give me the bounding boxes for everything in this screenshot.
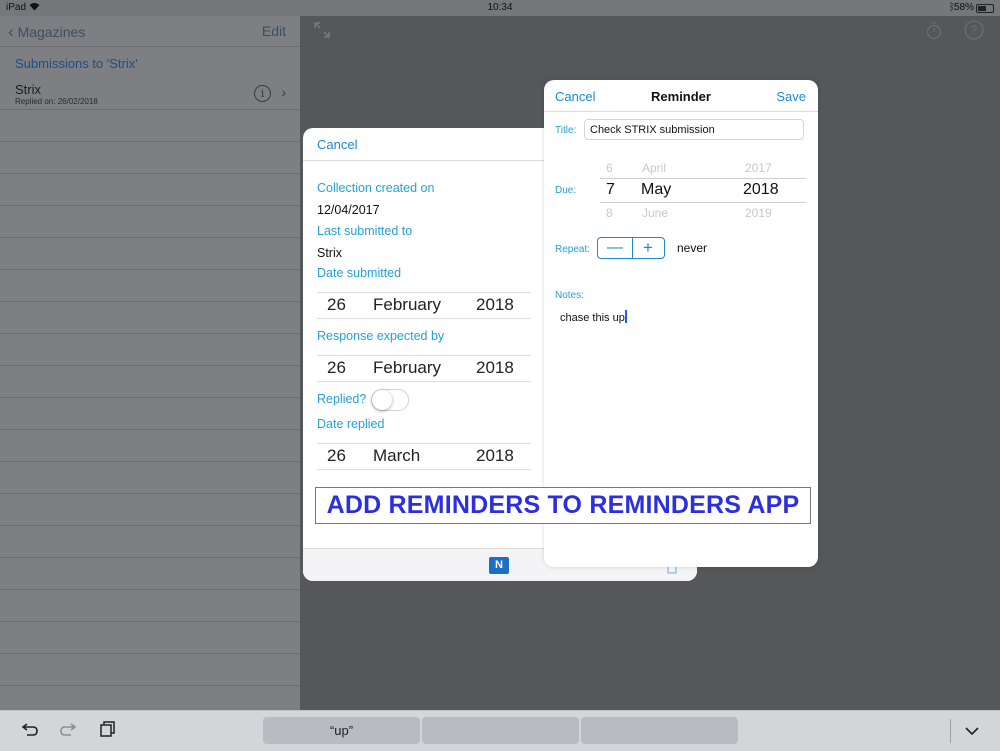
picker-day-prev: 6 — [606, 161, 613, 175]
table-row — [0, 110, 300, 142]
reminder-save-button[interactable]: Save — [776, 89, 806, 104]
picker-month-selected: May — [641, 181, 672, 198]
table-row — [0, 174, 300, 206]
redo-icon[interactable] — [59, 721, 77, 742]
chevron-right-icon: › — [281, 84, 286, 100]
paste-icon[interactable] — [100, 721, 116, 742]
list-item[interactable]: Strix Replied on: 26/02/2018 i › — [0, 78, 300, 110]
reminder-nav-bar: Cancel Reminder Save — [544, 80, 818, 112]
picker-line-top — [600, 178, 806, 179]
date-replied-picker[interactable]: 26 March 2018 — [317, 443, 531, 470]
battery-percent: 58% — [953, 2, 974, 13]
last-submitted-value: Strix — [317, 246, 342, 260]
date-year: 2018 — [476, 358, 514, 377]
table-row — [0, 558, 300, 590]
date-day: 26 — [327, 295, 346, 314]
section-title: Submissions to 'Strix' — [15, 56, 138, 71]
date-day: 26 — [327, 446, 346, 465]
date-submitted-label: Date submitted — [317, 266, 402, 280]
date-replied-label: Date replied — [317, 417, 385, 431]
toggle-knob — [372, 390, 392, 410]
suggestion-1[interactable]: “up” — [263, 717, 420, 744]
date-month: March — [373, 446, 421, 465]
picker-year-selected: 2018 — [743, 181, 779, 198]
timer-icon[interactable] — [926, 22, 942, 45]
list-item-subtitle: Replied on: 26/02/2018 — [15, 97, 98, 106]
replied-label: Replied? — [317, 392, 367, 406]
table-row — [0, 238, 300, 270]
picker-month-next: June — [642, 206, 669, 220]
date-year: 2018 — [476, 446, 514, 465]
picker-year-prev: 2017 — [745, 161, 772, 175]
title-label: Title: — [555, 125, 577, 136]
edit-button[interactable]: Edit — [262, 23, 286, 39]
picker-day-selected: 7 — [606, 181, 615, 198]
picker-day-next: 8 — [606, 206, 613, 220]
svg-text:?: ? — [971, 23, 978, 37]
info-icon[interactable]: i — [254, 85, 271, 102]
clock: 10:34 — [487, 2, 513, 13]
picker-year-next: 2019 — [745, 206, 772, 220]
repeat-label: Repeat: — [555, 244, 591, 255]
table-row — [0, 590, 300, 622]
table-row — [0, 654, 300, 686]
picker-line-bottom — [600, 202, 806, 203]
table-row — [0, 334, 300, 366]
dismiss-keyboard-icon[interactable] — [964, 721, 980, 741]
reminder-title-field[interactable]: Check STRIX submission — [584, 119, 804, 140]
table-row — [0, 622, 300, 654]
repeat-increment-button[interactable]: + — [632, 238, 664, 258]
notes-label: Notes: — [555, 290, 584, 301]
date-month: February — [373, 295, 442, 314]
expand-icon[interactable] — [314, 22, 330, 43]
notes-text: chase this up — [560, 312, 625, 324]
repeat-stepper: — + — [597, 237, 665, 259]
collection-created-label: Collection created on — [317, 181, 435, 195]
table-row — [0, 526, 300, 558]
date-year: 2018 — [476, 295, 514, 314]
table-row — [0, 270, 300, 302]
table-row — [0, 430, 300, 462]
back-button[interactable]: ‹ Magazines — [8, 22, 85, 42]
help-icon[interactable]: ? — [964, 20, 984, 45]
chevron-left-icon: ‹ — [8, 22, 14, 41]
suggestion-3[interactable] — [581, 717, 738, 744]
repeat-value: never — [677, 241, 708, 255]
response-expected-picker[interactable]: 26 February 2018 — [317, 355, 531, 382]
table-row — [0, 398, 300, 430]
repeat-decrement-button[interactable]: — — [598, 238, 633, 258]
collection-created-value: 12/04/2017 — [317, 203, 380, 217]
status-bar: iPad 10:34 ᛒ 58% — [0, 0, 1000, 16]
table-row — [0, 494, 300, 526]
picker-month-prev: April — [642, 161, 667, 175]
master-column: ‹ Magazines Edit Submissions to 'Strix' … — [0, 16, 300, 710]
master-nav-bar: ‹ Magazines Edit — [0, 16, 300, 47]
due-label: Due: — [555, 185, 577, 196]
date-submitted-picker[interactable]: 26 February 2018 — [317, 292, 531, 319]
divider — [950, 719, 951, 743]
date-day: 26 — [327, 358, 346, 377]
table-row — [0, 142, 300, 174]
battery-icon — [976, 4, 994, 13]
annotation-banner: ADD REMINDERS TO REMINDERS APP — [315, 487, 811, 524]
table-row — [0, 206, 300, 238]
text-cursor — [624, 310, 627, 323]
notes-field[interactable]: chase this up — [560, 310, 627, 324]
table-row — [0, 462, 300, 494]
collection-cancel-button[interactable]: Cancel — [317, 137, 357, 152]
due-date-picker[interactable]: 6 7 8 April May June 2017 2018 2019 — [584, 158, 806, 222]
date-month: February — [373, 358, 442, 377]
table-row — [0, 302, 300, 334]
undo-icon[interactable] — [21, 721, 39, 742]
list-item-title: Strix — [15, 82, 41, 97]
table-row — [0, 366, 300, 398]
last-submitted-label: Last submitted to — [317, 224, 413, 238]
replied-toggle[interactable] — [371, 389, 409, 411]
back-label: Magazines — [17, 24, 86, 40]
suggestion-2[interactable] — [422, 717, 579, 744]
keyboard-shortcut-bar: “up” — [0, 710, 1000, 751]
onenote-icon[interactable]: N — [489, 557, 509, 574]
response-expected-label: Response expected by — [317, 329, 445, 343]
